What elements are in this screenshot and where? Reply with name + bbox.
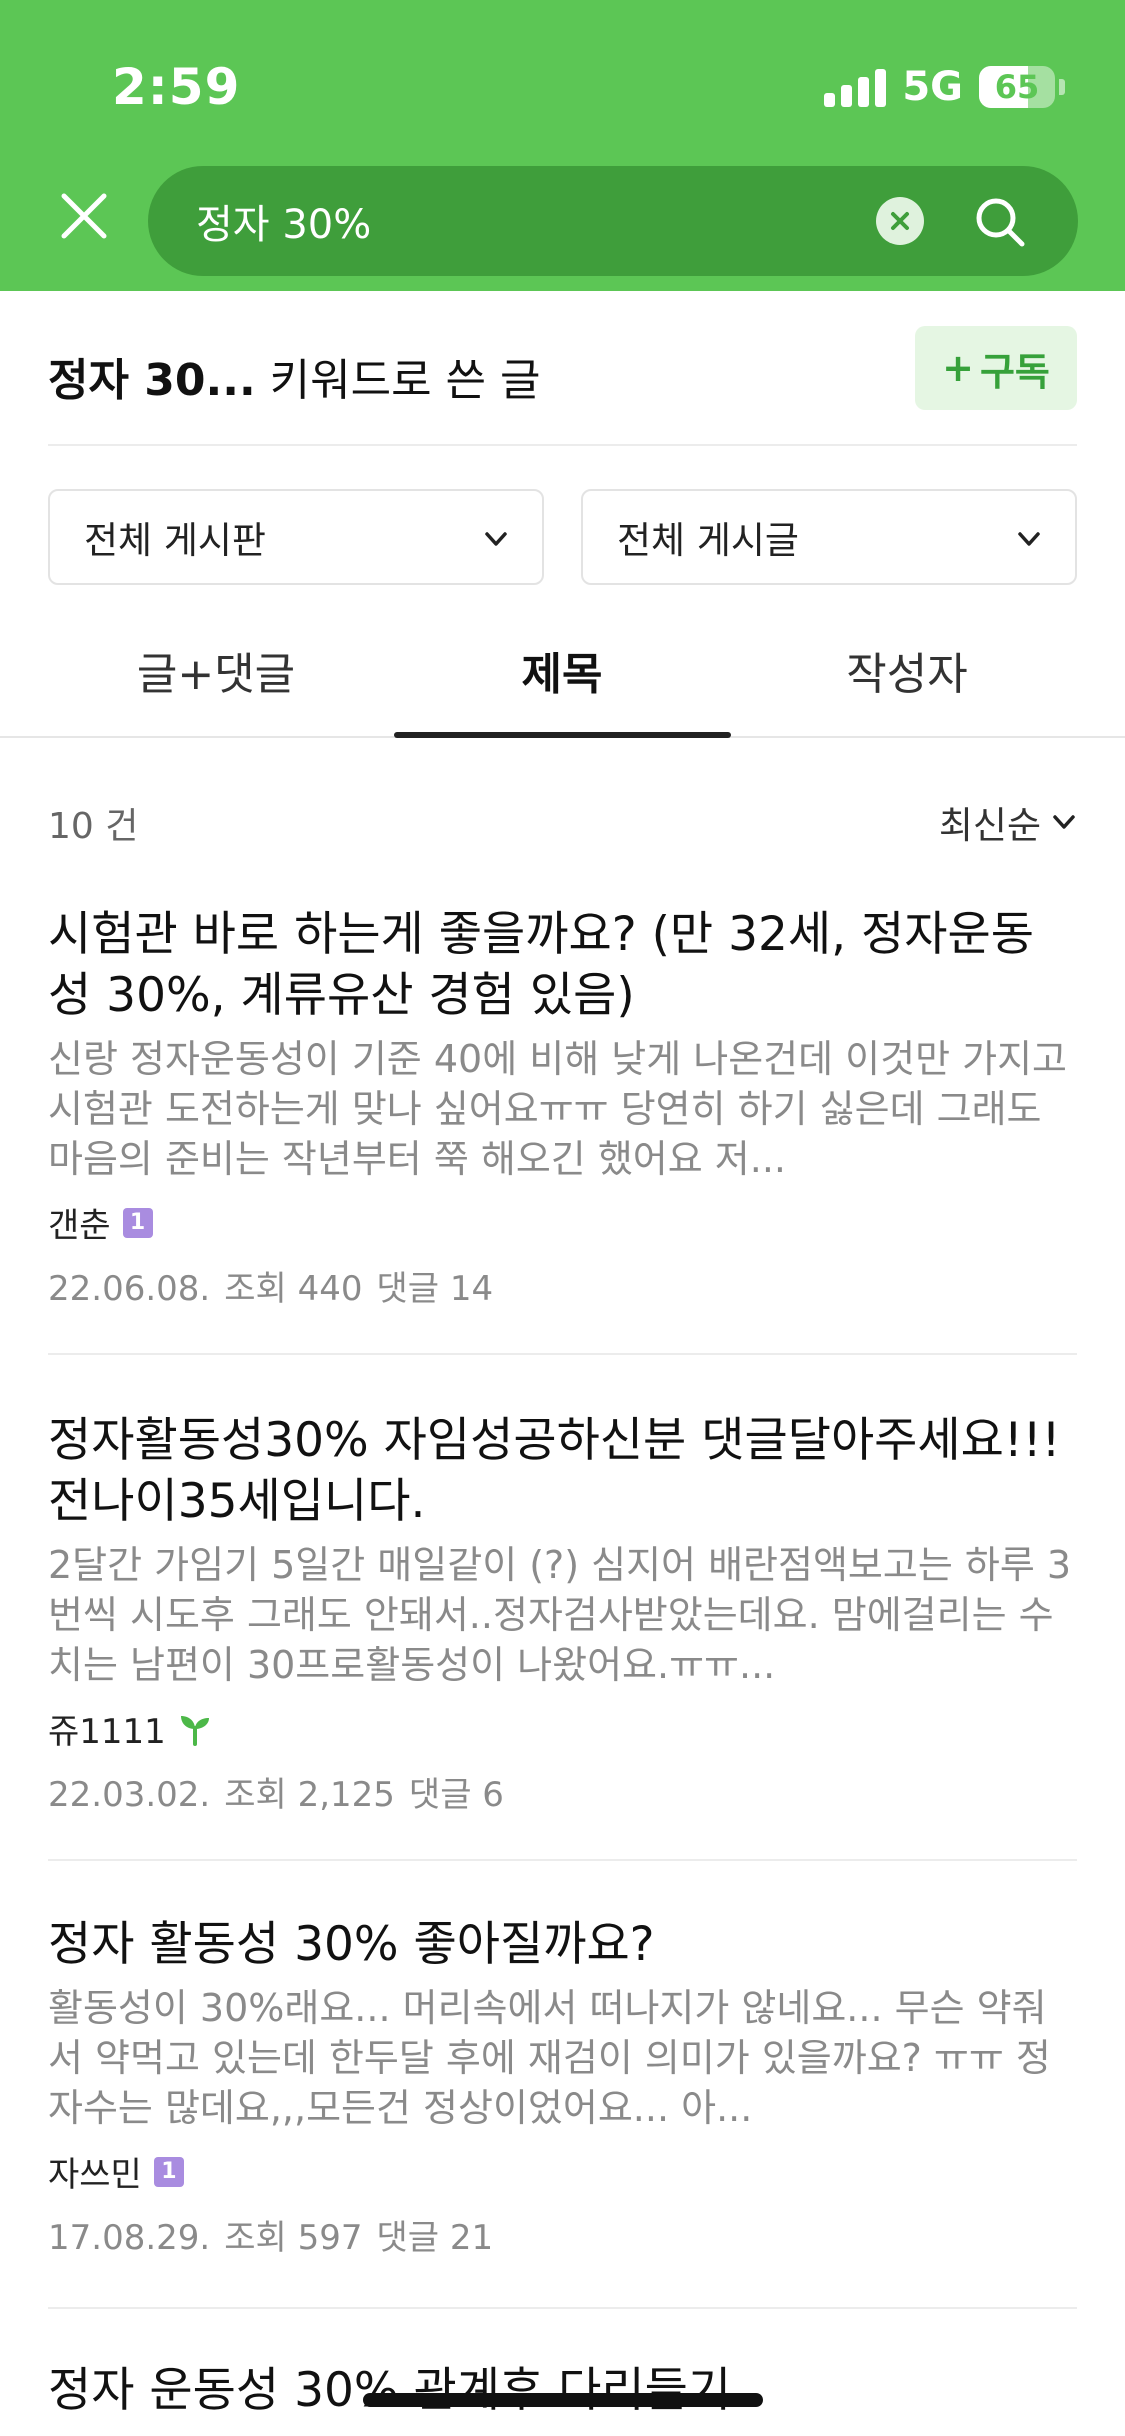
battery-icon: 65 [979,66,1055,108]
author-name: 자쓰민 [48,2155,142,2195]
home-indicator[interactable] [363,2393,763,2407]
post-type-filter-value: 전체 게시글 [617,519,799,562]
board-filter-dropdown[interactable]: 전체 게시판 [48,489,544,585]
post-item[interactable]: 정자활동성30% 자임성공하신분 댓글달아주세요!!! 전나이35세입니다. 2… [48,1410,1077,1816]
post-title: 시험관 바로 하는게 좋을까요? (만 32세, 정자운동성 30%, 계류유산… [48,907,1034,1023]
post-date: 22.03.02. [48,1775,211,1815]
post-date: 22.06.08. [48,1269,211,1309]
app-header: 2:59 5G 65 [0,0,1125,291]
close-button[interactable] [48,180,120,252]
member-level-badge-icon: 1 [122,1207,153,1238]
post-meta: 22.06.08. 조회 440 댓글 14 [48,1261,1077,1310]
clear-search-button[interactable] [876,197,924,245]
keyword-title: 정자 30... 키워드로 쓴 글 [48,344,541,408]
post-item[interactable]: 정자 운동성 30% 관계후 다리들기 [48,2360,1077,2421]
author-name: 쥬1111 [48,1712,166,1752]
post-comments: 댓글 6 [408,1775,504,1815]
search-button[interactable] [968,190,1032,254]
post-date: 17.08.29. [48,2218,211,2258]
post-title: 정자 운동성 30% 관계후 다리들기 [48,2363,732,2418]
post-views: 조회 597 [224,2218,363,2258]
board-filter-value: 전체 게시판 [84,519,266,562]
plus-icon: + [942,346,974,390]
chevron-down-icon [1053,815,1075,829]
keyword-text: 정자 30... [48,355,256,406]
close-icon [61,193,107,239]
search-bar [148,166,1078,276]
post-author: 쥬1111 [48,1704,1077,1753]
keyword-header: 정자 30... 키워드로 쓴 글 + 구독 [48,326,1077,446]
post-comments: 댓글 14 [376,1269,494,1309]
post-comments: 댓글 21 [376,2218,494,2258]
sprout-icon [180,1715,209,1746]
network-type: 5G [902,64,963,110]
status-indicators: 5G 65 [824,64,1065,110]
search-input[interactable] [194,166,854,276]
post-snippet: 2달간 가임기 5일간 매일같이 (?) 심지어 배란점액보고는 하루 3번씩 … [48,1543,1072,1687]
status-time: 2:59 [112,58,241,116]
chevron-down-icon [485,532,507,546]
author-name: 갠춘 [48,1206,111,1246]
post-item[interactable]: 시험관 바로 하는게 좋을까요? (만 32세, 정자운동성 30%, 계류유산… [48,904,1077,1310]
tab-author[interactable]: 작성자 [737,638,1077,702]
sort-dropdown[interactable]: 최신순 [939,795,1077,849]
divider [48,1859,1077,1861]
post-meta: 22.03.02. 조회 2,125 댓글 6 [48,1767,1077,1816]
search-scope-tabs: 글+댓글 제목 작성자 [0,620,1125,738]
post-views: 조회 440 [224,1269,363,1309]
post-author: 자쓰민 1 [48,2147,1077,2196]
tab-post-and-comment[interactable]: 글+댓글 [46,638,386,702]
battery-cap [1059,79,1065,95]
post-snippet: 활동성이 30%래요... 머리속에서 떠나지가 않네요... 무슨 약줘서 약… [48,1986,1051,2130]
battery-percent: 65 [994,68,1040,106]
keyword-suffix: 키워드로 쓴 글 [255,355,541,406]
clear-circle-icon [891,212,909,230]
cellular-signal-icon [824,67,887,107]
tab-title[interactable]: 제목 [392,638,732,702]
sort-label: 최신순 [938,804,1041,847]
post-snippet: 신랑 정자운동성이 기준 40에 비해 낮게 나온건데 이것만 가지고 시험관 … [48,1037,1067,1181]
member-level-badge-icon: 1 [153,2156,184,2187]
chevron-down-icon [1018,532,1040,546]
post-type-filter-dropdown[interactable]: 전체 게시글 [581,489,1077,585]
divider [48,2307,1077,2309]
subscribe-label: 구독 [979,349,1050,394]
post-meta: 17.08.29. 조회 597 댓글 21 [48,2210,1077,2259]
result-count: 10 건 [48,806,139,847]
post-author: 갠춘 1 [48,1198,1077,1247]
divider [48,1353,1077,1355]
active-tab-indicator [394,732,731,738]
search-icon [976,198,1025,247]
post-views: 조회 2,125 [224,1775,395,1815]
post-item[interactable]: 정자 활동성 30% 좋아질까요? 활동성이 30%래요... 머리속에서 떠나… [48,1914,1077,2259]
subscribe-button[interactable]: + 구독 [915,326,1077,410]
post-title: 정자활동성30% 자임성공하신분 댓글달아주세요!!! 전나이35세입니다. [48,1413,1061,1529]
post-title: 정자 활동성 30% 좋아질까요? [48,1917,655,1972]
